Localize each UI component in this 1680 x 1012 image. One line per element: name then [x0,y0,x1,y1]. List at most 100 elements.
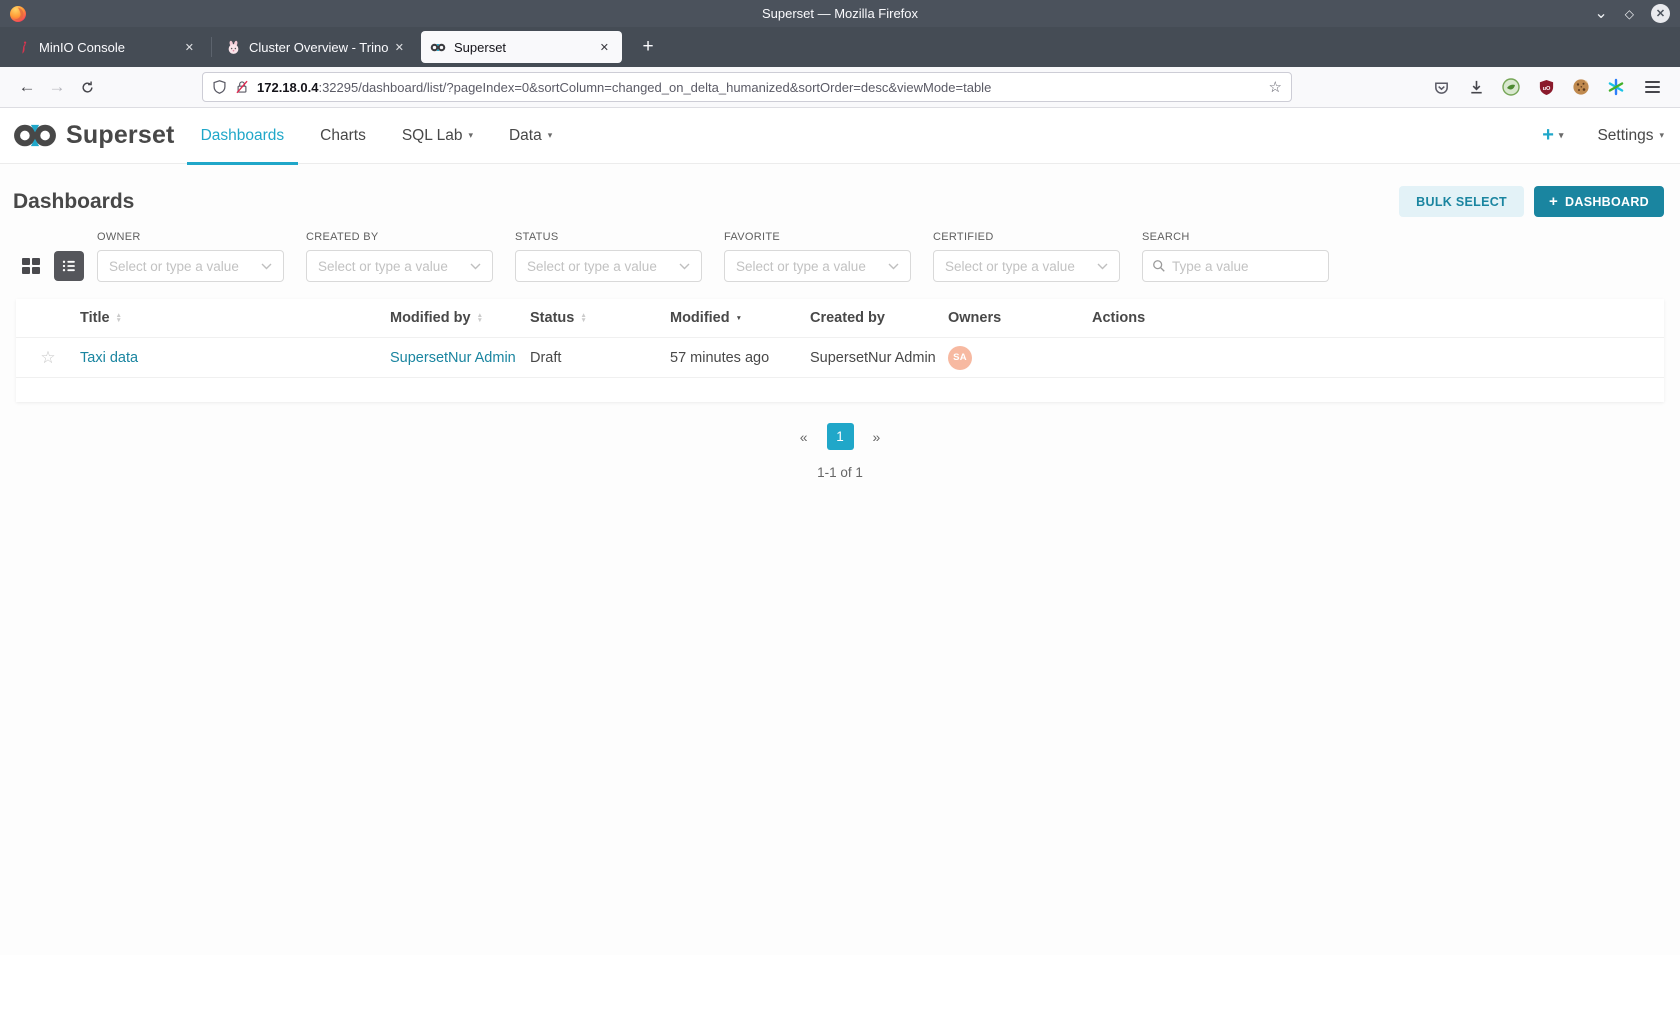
filter-label: OWNER [97,231,284,243]
column-header-title[interactable]: Title ▲▼ [80,310,390,326]
pagination-next-button[interactable]: » [867,425,887,449]
settings-label: Settings [1597,127,1653,145]
tab-close-icon[interactable]: ✕ [391,39,408,56]
column-header-modified-by[interactable]: Modified by ▲▼ [390,310,530,326]
page-title: Dashboards [13,190,1399,214]
favorite-toggle[interactable]: ☆ [16,348,80,368]
pagination-prev-button[interactable]: « [794,425,814,449]
tab-superset-active[interactable]: Superset ✕ [421,31,622,63]
owners-cell: SA [948,346,1092,370]
new-dashboard-label: DASHBOARD [1565,195,1649,209]
new-dashboard-button[interactable]: + DASHBOARD [1534,186,1664,217]
bulk-select-button[interactable]: BULK SELECT [1399,186,1524,217]
tracking-shield-icon[interactable] [212,79,227,95]
forward-button[interactable]: → [42,73,72,101]
select-placeholder: Select or type a value [527,259,679,274]
sort-icon: ▲▼ [116,313,122,323]
modified-by-cell: SupersetNur Admin [390,350,530,366]
dashboard-title-link[interactable]: Taxi data [80,350,138,366]
modified-cell: 57 minutes ago [670,350,810,366]
bookmark-star-icon[interactable]: ☆ [1269,78,1282,96]
back-button[interactable]: ← [12,73,42,101]
new-tab-button[interactable]: + [634,33,662,61]
minio-favicon [15,39,31,55]
superset-favicon [430,39,446,55]
menu-icon[interactable] [1641,77,1664,97]
nav-item-data[interactable]: Data ▾ [491,108,570,164]
favorite-select[interactable]: Select or type a value [724,250,911,282]
window-controls: ⌄ ◇ ✕ [1594,4,1670,23]
sort-icon: ▲▼ [477,313,483,323]
filter-owner: OWNER Select or type a value [97,231,284,282]
tab-close-icon[interactable]: ✕ [596,39,613,56]
created-by-cell: SupersetNur Admin [810,350,948,366]
chevron-down-icon [261,263,272,270]
brand-name: Superset [66,121,175,150]
filter-status: STATUS Select or type a value [515,231,702,282]
chevron-down-icon [888,263,899,270]
pagination-summary: 1-1 of 1 [0,465,1680,480]
ublock-origin-icon[interactable]: uO [1536,77,1556,97]
select-placeholder: Select or type a value [318,259,470,274]
window-minimize-button[interactable]: ⌄ [1594,9,1607,19]
nav-label: Dashboards [201,127,285,145]
window-titlebar: Superset — Mozilla Firefox ⌄ ◇ ✕ [0,0,1680,27]
new-item-menu[interactable]: + ▾ [1542,124,1563,147]
column-header-created-by: Created by [810,310,948,326]
owner-select[interactable]: Select or type a value [97,250,284,282]
nav-label: Data [509,127,542,145]
svg-text:uO: uO [1542,85,1550,91]
chevron-down-icon [1097,263,1108,270]
window-close-button[interactable]: ✕ [1651,4,1670,23]
chevron-down-icon [679,263,690,270]
search-input[interactable] [1172,259,1319,274]
nav-item-sql-lab[interactable]: SQL Lab ▾ [384,108,491,164]
superset-infinity-icon [12,122,58,149]
filter-label: FAVORITE [724,231,911,243]
extension-green-icon[interactable] [1501,77,1521,97]
superset-logo[interactable]: Superset [12,121,175,150]
tab-minio-console[interactable]: MinIO Console ✕ [6,31,207,63]
chevron-down-icon: ▾ [468,130,473,141]
status-select[interactable]: Select or type a value [515,250,702,282]
nav-item-dashboards[interactable]: Dashboards [183,108,303,164]
page-header: Dashboards BULK SELECT + DASHBOARD [0,164,1680,225]
column-header-status[interactable]: Status ▲▼ [530,310,670,326]
column-header-modified[interactable]: Modified ▼ [670,310,810,326]
table-header-row: Title ▲▼ Modified by ▲▼ Status ▲▼ Modifi… [16,299,1664,337]
tab-label: Superset [454,40,596,55]
tab-label: MinIO Console [39,40,181,55]
url-text[interactable]: 172.18.0.4:32295/dashboard/list/?pageInd… [257,80,1261,95]
insecure-lock-icon[interactable] [235,79,249,95]
certified-select[interactable]: Select or type a value [933,250,1120,282]
created-by-select[interactable]: Select or type a value [306,250,493,282]
window-maximize-button[interactable]: ◇ [1625,7,1634,21]
dashboard-title-cell: Taxi data [80,350,390,366]
pocket-icon[interactable] [1431,77,1451,97]
url-bar[interactable]: 172.18.0.4:32295/dashboard/list/?pageInd… [202,72,1292,102]
settings-menu[interactable]: Settings ▾ [1597,127,1664,145]
filter-label: STATUS [515,231,702,243]
tab-close-icon[interactable]: ✕ [181,39,198,56]
nav-label: Charts [320,127,366,145]
star-icon: ☆ [40,348,55,368]
column-header-owners: Owners [948,310,1092,326]
nav-item-charts[interactable]: Charts [302,108,384,164]
card-view-icon[interactable] [18,251,44,281]
reload-button[interactable] [72,73,102,101]
window-title: Superset — Mozilla Firefox [762,6,918,21]
extension-asterisk-icon[interactable] [1606,77,1626,97]
tab-trino[interactable]: Cluster Overview - Trino ✕ [216,31,417,63]
view-mode-toggles [18,250,84,282]
list-view-icon[interactable] [54,251,84,281]
downloads-icon[interactable] [1466,77,1486,97]
filter-bar: OWNER Select or type a value CREATED BY … [0,225,1680,282]
select-placeholder: Select or type a value [109,259,261,274]
status-cell: Draft [530,350,670,366]
cookie-extension-icon[interactable] [1571,77,1591,97]
pagination-page-1-button[interactable]: 1 [827,423,854,450]
owner-avatar[interactable]: SA [948,346,972,370]
modified-by-link[interactable]: SupersetNur Admin [390,350,516,366]
dashboards-table-card: Title ▲▼ Modified by ▲▼ Status ▲▼ Modifi… [16,299,1664,402]
main-nav: Dashboards Charts SQL Lab ▾ Data ▾ [183,108,571,164]
